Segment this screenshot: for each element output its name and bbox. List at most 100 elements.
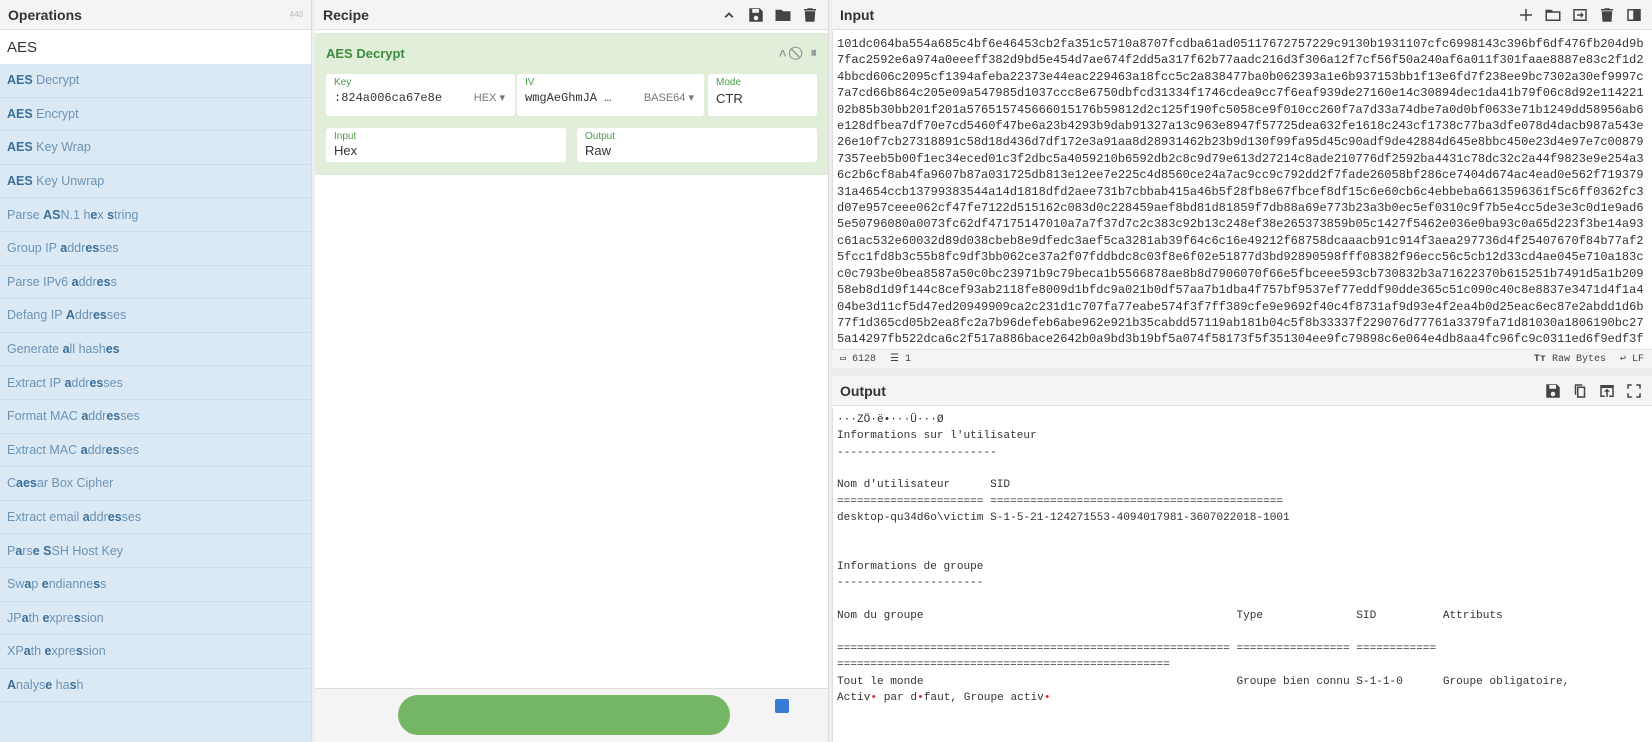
operation-item[interactable]: Extract email a ddr es ses [0, 501, 311, 535]
save-icon[interactable] [1543, 381, 1563, 401]
save-icon[interactable] [746, 5, 766, 25]
operation-label-part: Parse IPv6 [7, 274, 72, 289]
input-line: d07e957ceee062cf47fe7122d515162c083d0c22… [837, 201, 1644, 216]
operation-label-part: N.1 h [60, 207, 91, 222]
operation-item[interactable]: Generate a ll hash es [0, 333, 311, 367]
input-line: 02b85b30bb201f201a576515745666015176b598… [837, 102, 1644, 117]
folder-icon[interactable] [773, 5, 793, 25]
operation-label-part: ddr [89, 510, 108, 525]
operation-item[interactable]: XP a th e xpre s sion [0, 635, 311, 669]
eol-selector[interactable]: ↩ LF [1620, 353, 1644, 365]
operation-item[interactable]: Defang IP Addr es ses [0, 299, 311, 333]
operation-item[interactable]: AES Encrypt [0, 98, 311, 132]
match-highlight: a [21, 610, 29, 625]
folder-open-icon[interactable] [1543, 5, 1563, 25]
operation-item[interactable]: Analy s e ha s h [0, 669, 311, 703]
match-highlight: AES [7, 174, 33, 189]
operation-item[interactable]: Parse IPv6 a ddr es s [0, 266, 311, 300]
operation-item[interactable]: JP a th e xpre s sion [0, 602, 311, 636]
operation-item[interactable]: Group IP a ddr es ses [0, 232, 311, 266]
operation-item[interactable]: Parse AS N.1 hex s tring [0, 198, 311, 232]
match-highlight: es [85, 241, 100, 256]
input-line: 31a4654ccb13799383544a14d1818dfd2aee731b… [837, 184, 1644, 199]
input-line: e128dfbea7df70e7cd5460f47be6a23b4293b9da… [837, 119, 1644, 134]
output-line: ···ZÖ·ë•···Ü···Ø [837, 414, 944, 426]
operation-label-part: Decrypt [32, 73, 80, 88]
operation-item[interactable]: Sw a p e ndianne s s [0, 568, 311, 602]
output-line: Informations sur l'utilisateur [837, 430, 1037, 443]
operation-label-part: Encrypt [32, 106, 79, 121]
iv-format-dropdown[interactable]: BASE64 ▾ [644, 91, 694, 104]
operation-label-part: ha [52, 677, 70, 692]
layout-icon[interactable] [1624, 5, 1644, 25]
operations-search-input[interactable] [0, 30, 311, 64]
input-textarea[interactable]: 101dc064ba554a685c4bf6e46453cb2fa351c571… [832, 31, 1652, 349]
operation-label-part: ddr [71, 375, 90, 390]
iv-label: IV [525, 77, 535, 88]
output-format-select[interactable]: Output Raw [577, 128, 817, 162]
operation-label-part: ddr [78, 274, 97, 289]
chevron-up-icon[interactable]: ˄ [779, 46, 787, 61]
operation-label-part: sion [80, 610, 104, 625]
encoding-selector[interactable]: Tт Raw Bytes [1534, 354, 1606, 365]
operation-item[interactable]: Format MAC a ddr es ses [0, 400, 311, 434]
invalid-char-marker: • [917, 691, 924, 704]
operation-item[interactable]: Pa rs e S SH Host Key [0, 534, 311, 568]
operation-label-part: ses [121, 510, 142, 525]
key-field[interactable]: Key :824a006ca67e8e HEX ▾ [326, 74, 515, 116]
open-file-icon[interactable] [1570, 5, 1590, 25]
output-line: ====================== =================… [837, 495, 1284, 508]
output-line: ========================================… [837, 642, 1437, 655]
operation-label-part: tring [114, 207, 139, 222]
operation-label-part: sion [82, 644, 106, 659]
input-line: 5fcc1fd8b3c55b8fc9df3bb062ce37a2f07fddbd… [837, 250, 1644, 265]
iv-field[interactable]: IV wmgAeGhmJA … BASE64 ▾ [517, 74, 704, 116]
operation-item[interactable]: Caes ar Box Cipher [0, 467, 311, 501]
operation-label-part: ndianne [48, 577, 94, 592]
pause-icon[interactable]: ⏸ [811, 45, 818, 61]
output-line: ---------------------- [837, 577, 984, 590]
plus-icon[interactable] [1516, 5, 1536, 25]
match-highlight: s [75, 644, 83, 659]
match-highlight: e [90, 207, 98, 222]
operation-label-part: ar Box Cipher [36, 476, 114, 491]
operation-item[interactable]: Extract MAC a ddr es ses [0, 434, 311, 468]
chevron-up-icon[interactable] [719, 5, 739, 25]
output-line: ------------------------ [837, 446, 997, 459]
trash-icon[interactable] [800, 5, 820, 25]
mode-select[interactable]: Mode CTR [708, 74, 817, 116]
trash-icon[interactable] [1597, 5, 1617, 25]
replace-input-icon[interactable] [1597, 381, 1617, 401]
input-line: 101dc064ba554a685c4bf6e46453cb2fa351c571… [837, 37, 1644, 51]
key-format-dropdown[interactable]: HEX ▾ [474, 91, 505, 104]
operation-item[interactable]: AES Key Wrap [0, 131, 311, 165]
eol-value: LF [1631, 354, 1644, 365]
fullscreen-icon[interactable] [1624, 381, 1644, 401]
operation-label-part: Format MAC [7, 409, 82, 424]
recipe-operation-aes-decrypt[interactable]: AES Decrypt ˄ ⃠ ⏸ Key :824a006ca67e8e HE… [315, 33, 828, 175]
copy-icon[interactable] [1570, 381, 1590, 401]
operation-label-part: Group IP [7, 241, 61, 256]
operation-item[interactable]: AES Key Unwrap [0, 165, 311, 199]
io-resizer[interactable] [832, 368, 1652, 376]
output-line: Nom du groupe Type SID Attributs [837, 610, 1503, 623]
output-text[interactable]: ···ZÖ·ë•···Ü···Ø Informations sur l'utili… [832, 408, 1652, 742]
operation-item[interactable]: AES Decrypt [0, 64, 311, 98]
input-title: Input [840, 6, 875, 23]
operation-label-part: s [100, 577, 107, 592]
operation-label-part: Defang IP [7, 308, 66, 323]
operation-item[interactable]: Extract IP a ddr es ses [0, 366, 311, 400]
match-highlight: es [105, 342, 120, 357]
line-count: ☰ 1 [890, 354, 912, 365]
auto-bake-checkbox[interactable] [775, 699, 789, 713]
match-highlight: es [107, 510, 122, 525]
bake-button[interactable] [398, 695, 730, 735]
input-header: Input [832, 0, 1652, 30]
match-highlight: a [23, 644, 31, 659]
match-highlight: aes [16, 476, 37, 491]
input-format-label: Input [334, 131, 357, 142]
input-format-select[interactable]: Input Hex [326, 128, 566, 162]
input-line: 7a7cd66b864c205e09a547985d1037ccc8e6750d… [837, 86, 1644, 101]
